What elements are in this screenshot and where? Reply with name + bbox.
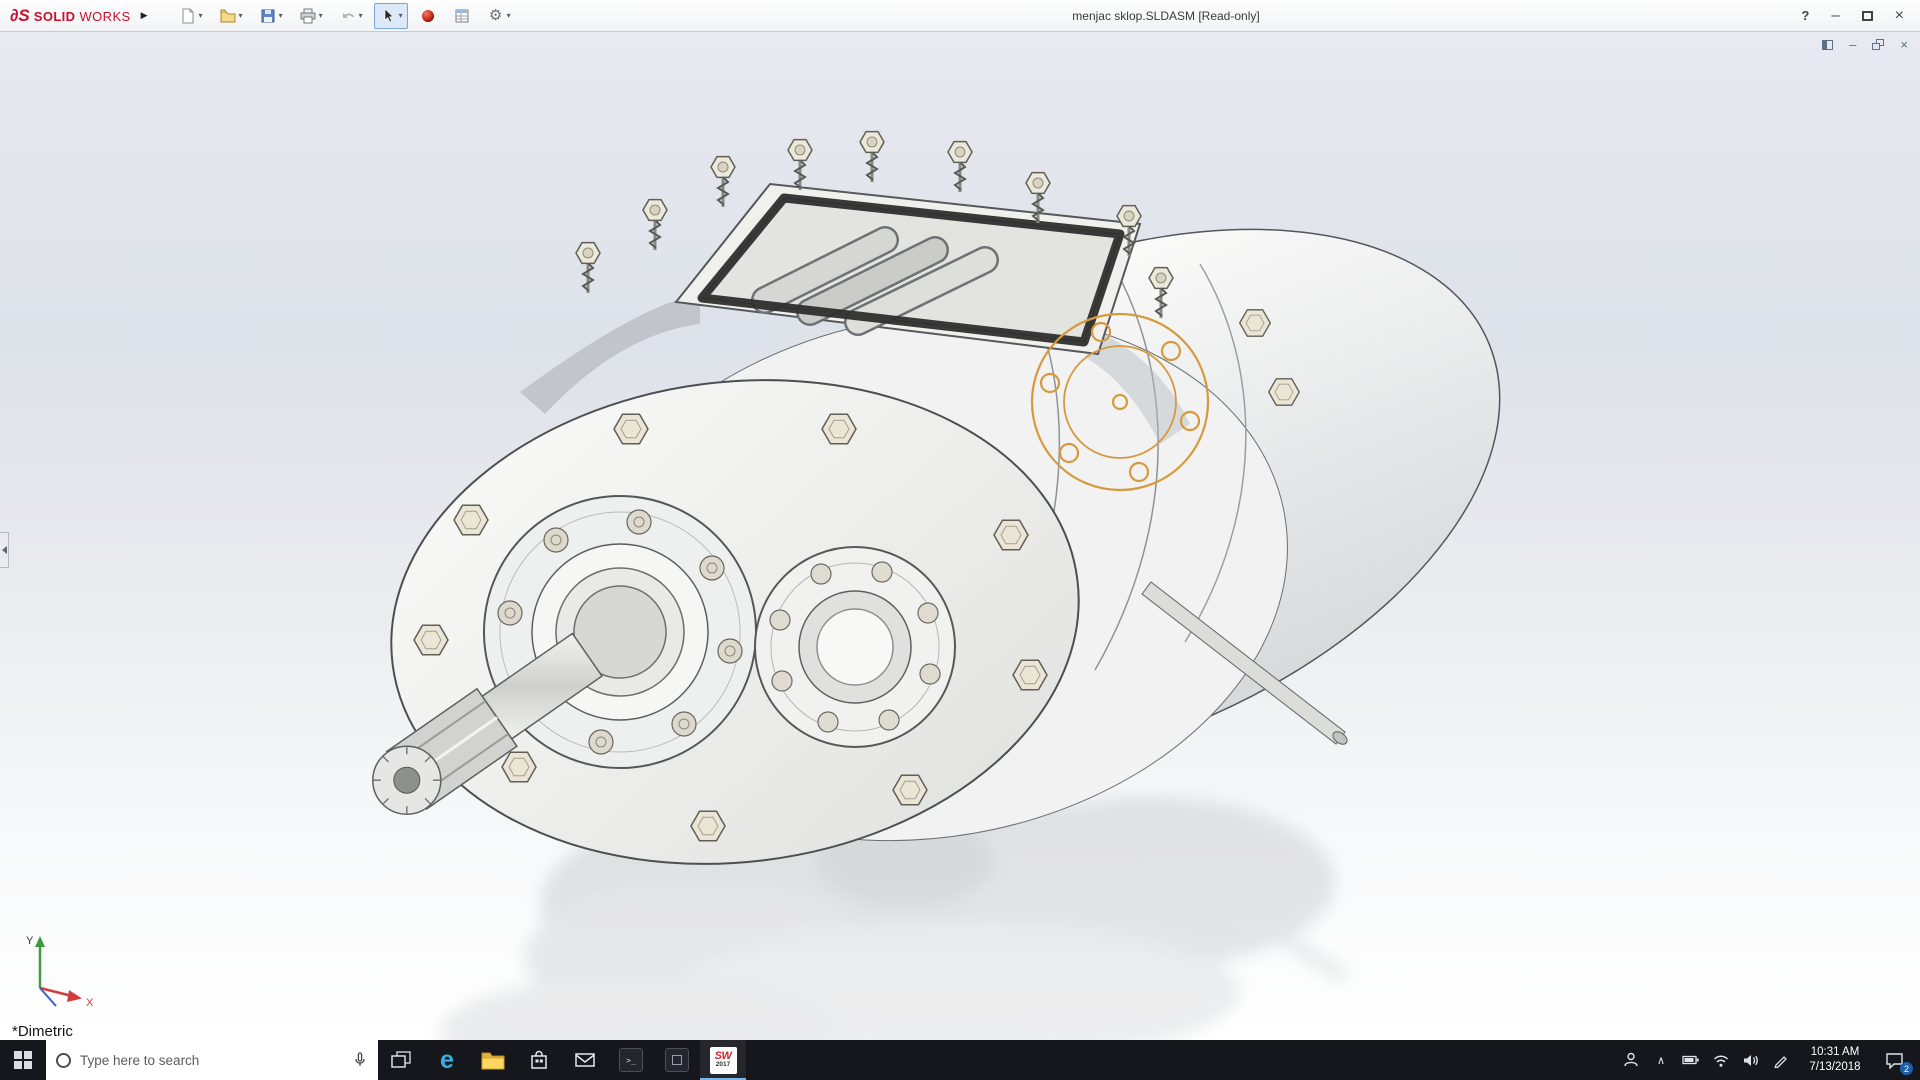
report-table-icon bbox=[453, 7, 471, 25]
taskbar-item-store[interactable] bbox=[516, 1040, 562, 1080]
solidworks-logo-mark: ∂S bbox=[10, 5, 30, 25]
taskbar-item-file-explorer[interactable] bbox=[470, 1040, 516, 1080]
dropdown-caret[interactable]: ▾ bbox=[199, 11, 203, 20]
titlebar: ∂S SOLID WORKS ▶ ▾ ▾ ▾ ▾ ▾ ▾ ⚙ ▾ menjac … bbox=[0, 0, 1920, 32]
print-button[interactable]: ▾ bbox=[294, 3, 328, 29]
volume-indicator[interactable] bbox=[1736, 1040, 1766, 1080]
pen-settings[interactable] bbox=[1766, 1040, 1796, 1080]
task-view-icon bbox=[391, 1051, 411, 1068]
windows-taskbar: e >_ SW 2017 bbox=[0, 1040, 1920, 1080]
dropdown-caret[interactable]: ▾ bbox=[359, 11, 363, 20]
chevron-up-icon: ∧ bbox=[1656, 1054, 1666, 1067]
taskbar-item-edge[interactable]: e bbox=[424, 1040, 470, 1080]
brand-text-light: WORKS bbox=[79, 8, 131, 24]
undo-icon bbox=[339, 7, 357, 25]
battery-indicator[interactable] bbox=[1676, 1040, 1706, 1080]
dropdown-caret[interactable]: ▾ bbox=[399, 11, 403, 20]
input-flange[interactable] bbox=[754, 546, 956, 748]
print-icon bbox=[299, 7, 317, 25]
taskbar-item-app[interactable] bbox=[654, 1040, 700, 1080]
volume-icon bbox=[1743, 1054, 1758, 1066]
dropdown-caret[interactable]: ▾ bbox=[279, 11, 283, 20]
action-center-button[interactable]: 2 bbox=[1874, 1040, 1914, 1080]
wifi-icon bbox=[1713, 1054, 1729, 1067]
featuremanager-flyout-tab[interactable] bbox=[0, 532, 9, 568]
view-orientation-label: *Dimetric bbox=[12, 1023, 73, 1040]
solidworks-logo: ∂S SOLID WORKS bbox=[0, 6, 131, 26]
dark-app-icon bbox=[665, 1048, 689, 1072]
system-tray: ∧ 10:31 AM 7/13/2018 2 bbox=[1616, 1040, 1920, 1080]
windows-logo-icon bbox=[14, 1051, 32, 1069]
options-button[interactable]: ⚙ ▾ bbox=[482, 3, 516, 29]
search-input[interactable] bbox=[80, 1052, 343, 1068]
cortana-icon bbox=[56, 1052, 71, 1068]
doc-restore-icon[interactable] bbox=[1872, 39, 1885, 50]
undo-button[interactable]: ▾ bbox=[334, 3, 368, 29]
new-document-icon bbox=[179, 7, 197, 25]
document-title: menjac sklop.SLDASM [Read-only] bbox=[1072, 8, 1260, 23]
battery-icon bbox=[1682, 1055, 1699, 1065]
file-explorer-icon bbox=[481, 1052, 505, 1070]
doc-minimize-icon[interactable]: – bbox=[1849, 38, 1856, 51]
microphone-icon[interactable] bbox=[352, 1052, 368, 1068]
maximize-button[interactable] bbox=[1861, 10, 1873, 21]
people-button[interactable] bbox=[1616, 1040, 1646, 1080]
clock-date: 7/13/2018 bbox=[1809, 1061, 1861, 1073]
pen-icon bbox=[1774, 1056, 1787, 1068]
taskbar-search[interactable] bbox=[46, 1040, 378, 1080]
mail-envelope-icon bbox=[575, 1053, 595, 1067]
new-document-button[interactable]: ▾ bbox=[174, 3, 208, 29]
edge-icon: e bbox=[440, 1045, 454, 1074]
document-window-controls: – × bbox=[1822, 38, 1908, 51]
taskbar-item-terminal[interactable]: >_ bbox=[608, 1040, 654, 1080]
select-tool-button[interactable]: ▾ bbox=[373, 2, 408, 29]
open-button[interactable]: ▾ bbox=[214, 3, 248, 29]
clock-time: 10:31 AM bbox=[1810, 1046, 1860, 1059]
gearbox-3d-model[interactable] bbox=[0, 32, 1920, 1040]
doc-close-icon[interactable]: × bbox=[1900, 38, 1908, 51]
network-indicator[interactable] bbox=[1706, 1040, 1736, 1080]
taskbar-clock[interactable]: 10:31 AM 7/13/2018 bbox=[1796, 1045, 1874, 1075]
save-button[interactable]: ▾ bbox=[254, 3, 288, 29]
taskbar-item-mail[interactable] bbox=[562, 1040, 608, 1080]
help-button[interactable]: ? bbox=[1801, 8, 1809, 23]
window-controls: ? – × bbox=[1801, 7, 1920, 23]
appearance-button[interactable] bbox=[414, 3, 442, 29]
appearance-sphere-icon bbox=[419, 7, 437, 25]
orientation-triad: Y X bbox=[26, 935, 94, 1009]
open-folder-icon bbox=[219, 7, 237, 25]
store-bag-icon bbox=[531, 1050, 547, 1069]
gear-icon: ⚙ bbox=[488, 7, 503, 24]
flyout-arrow-icon bbox=[1, 546, 7, 554]
brand-text-bold: SOLID bbox=[33, 8, 76, 24]
taskbar-item-solidworks[interactable]: SW 2017 bbox=[700, 1040, 746, 1080]
dock-pane-icon[interactable] bbox=[1822, 39, 1834, 50]
notification-badge: 2 bbox=[1900, 1062, 1913, 1075]
save-floppy-icon bbox=[259, 7, 277, 25]
close-button[interactable]: × bbox=[1895, 7, 1904, 23]
dropdown-caret[interactable]: ▾ bbox=[507, 11, 511, 20]
select-cursor-icon bbox=[379, 7, 397, 25]
people-icon bbox=[1624, 1052, 1638, 1067]
graphics-viewport[interactable]: – × Y X *Dimetric bbox=[0, 32, 1920, 1040]
task-view-button[interactable] bbox=[378, 1040, 424, 1080]
menu-expand-arrow[interactable]: ▶ bbox=[141, 10, 148, 21]
dropdown-caret[interactable]: ▾ bbox=[239, 11, 243, 20]
solidworks-app-icon: SW 2017 bbox=[709, 1046, 737, 1074]
terminal-app-icon: >_ bbox=[619, 1048, 643, 1072]
quick-access-toolbar: ▾ ▾ ▾ ▾ ▾ ▾ ⚙ ▾ bbox=[174, 2, 516, 29]
triad-y-label: Y bbox=[26, 935, 34, 947]
hidden-icons-button[interactable]: ∧ bbox=[1646, 1040, 1676, 1080]
minimize-button[interactable]: – bbox=[1831, 8, 1839, 23]
start-button[interactable] bbox=[0, 1040, 46, 1080]
dropdown-caret[interactable]: ▾ bbox=[319, 11, 323, 20]
triad-x-label: X bbox=[86, 997, 94, 1009]
mass-properties-button[interactable] bbox=[448, 3, 476, 29]
